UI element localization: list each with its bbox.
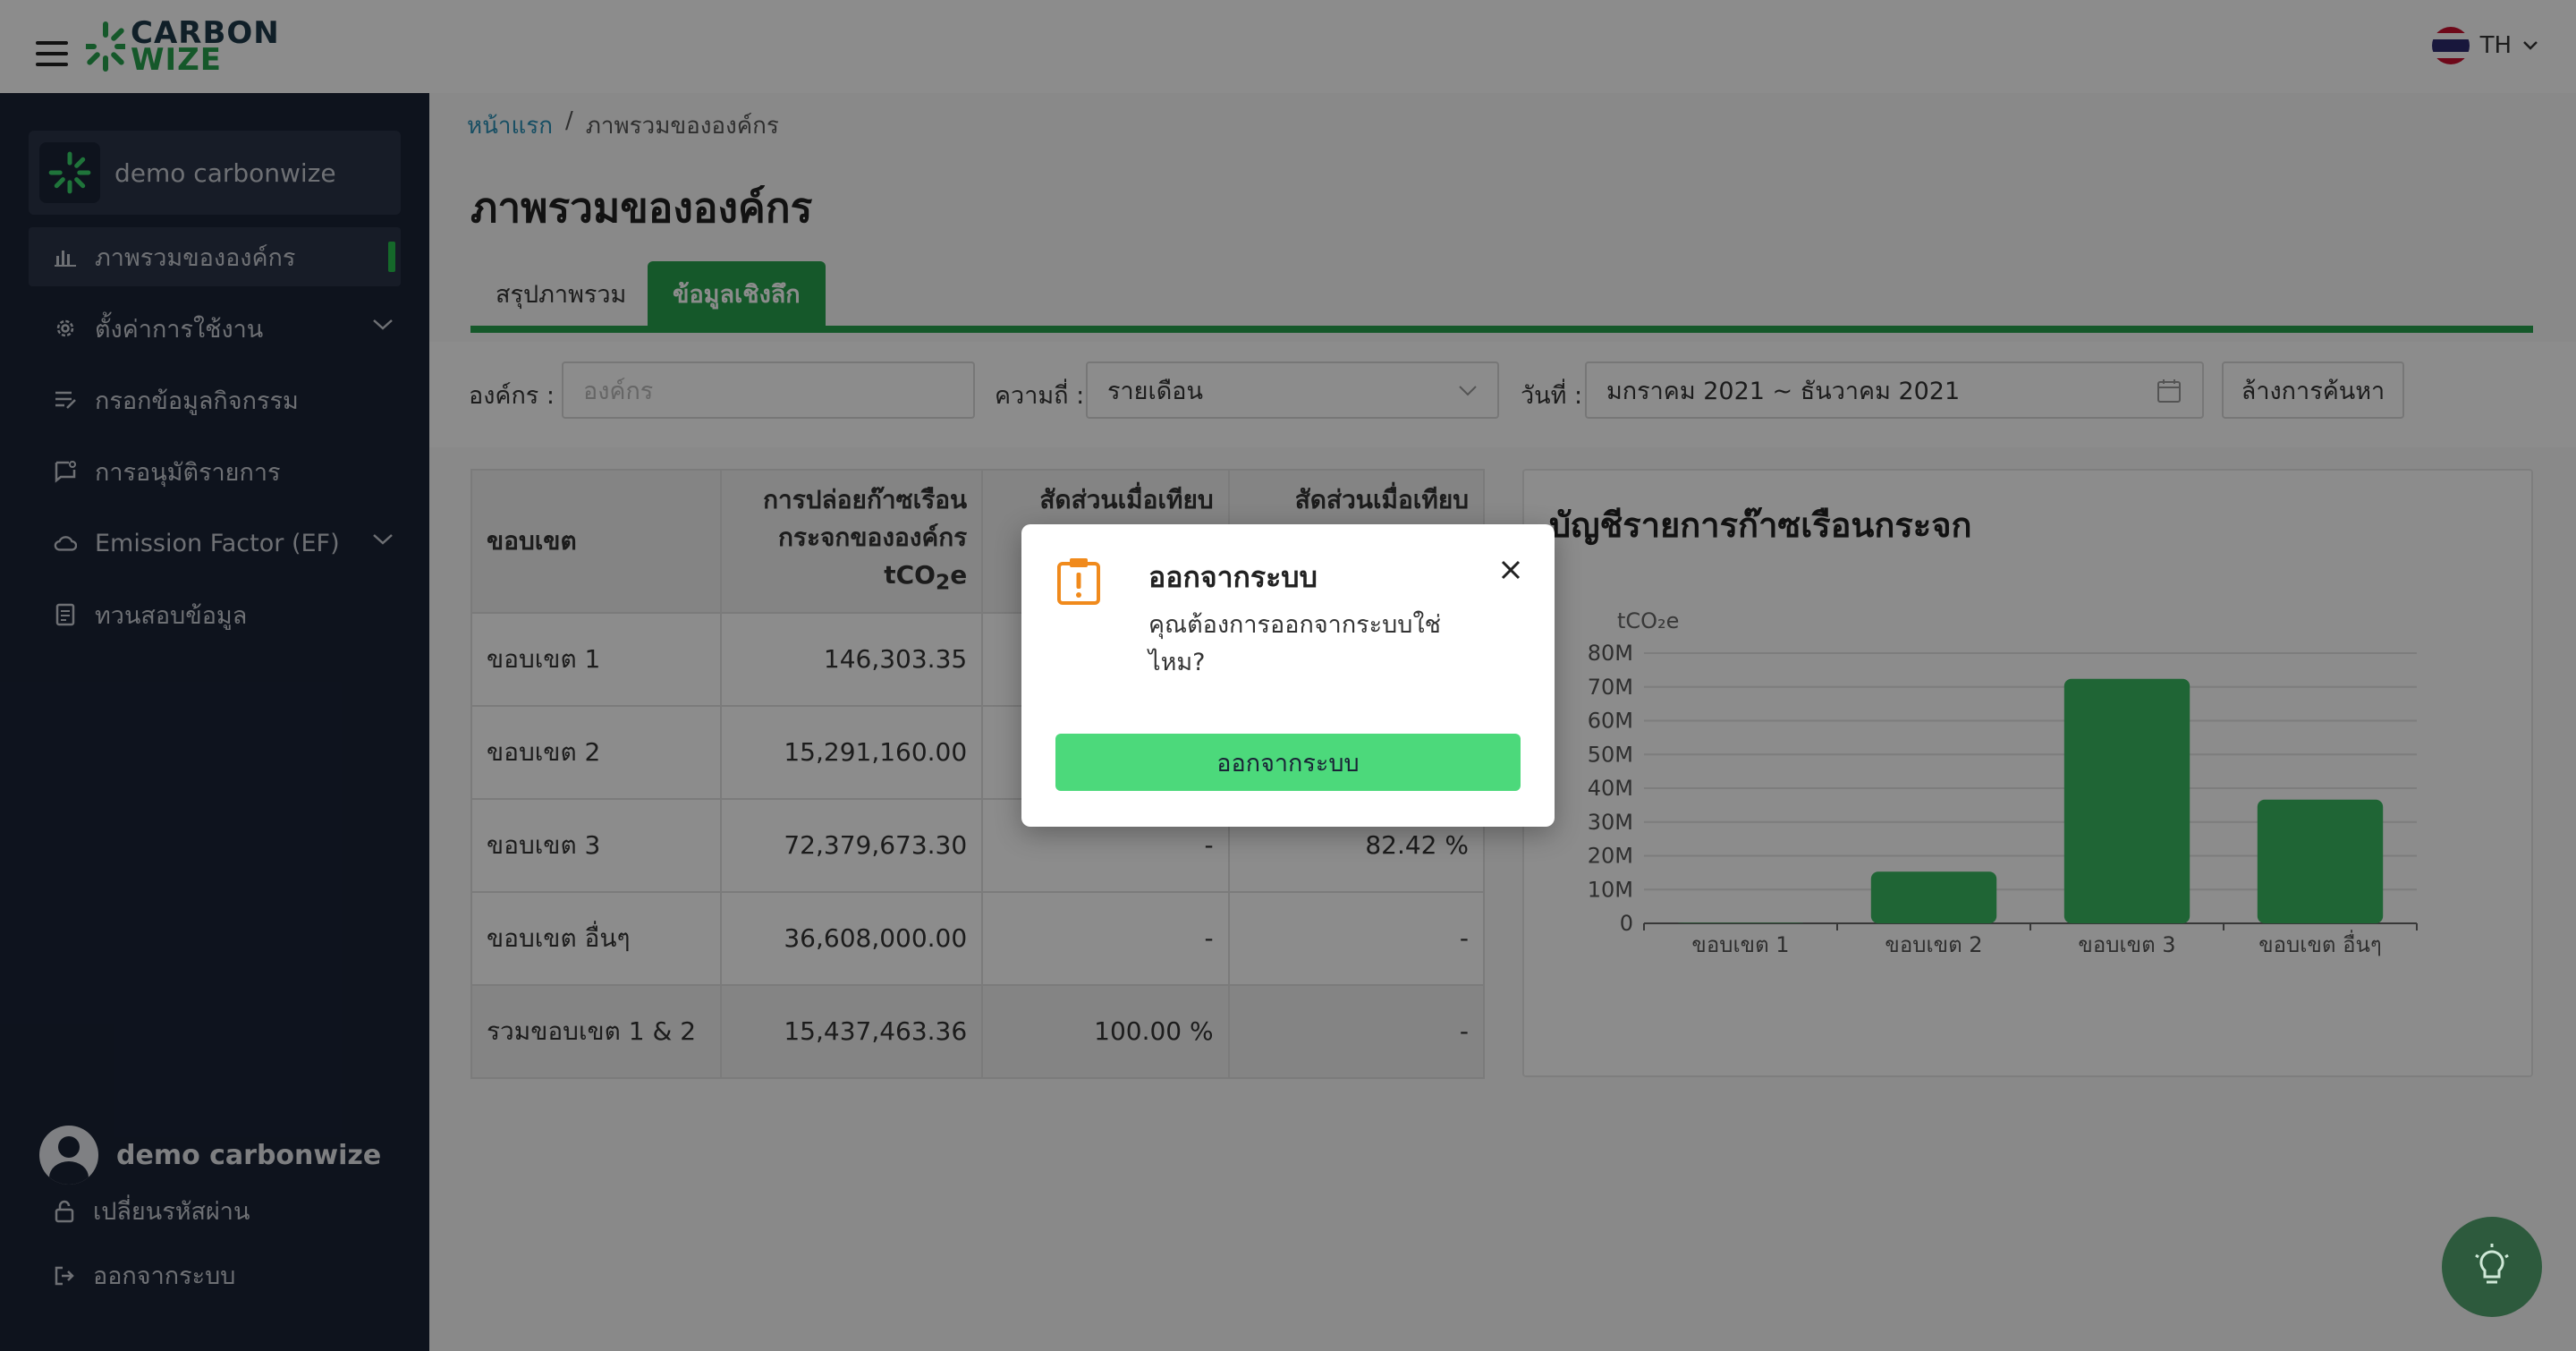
help-fab[interactable] [2442, 1217, 2542, 1317]
modal-message: คุณต้องการออกจากระบบใช่ไหม? [1148, 611, 1441, 676]
modal-title: ออกจากระบบ [1148, 560, 1318, 594]
lightbulb-icon [2475, 1244, 2509, 1284]
confirm-logout-button[interactable]: ออกจากระบบ [1055, 734, 1521, 791]
logout-confirm-modal: ออกจากระบบ คุณต้องการออกจากระบบใช่ไหม? อ… [1021, 524, 1555, 827]
warning-clipboard-icon [1057, 558, 1100, 605]
close-icon[interactable] [1497, 557, 1524, 583]
